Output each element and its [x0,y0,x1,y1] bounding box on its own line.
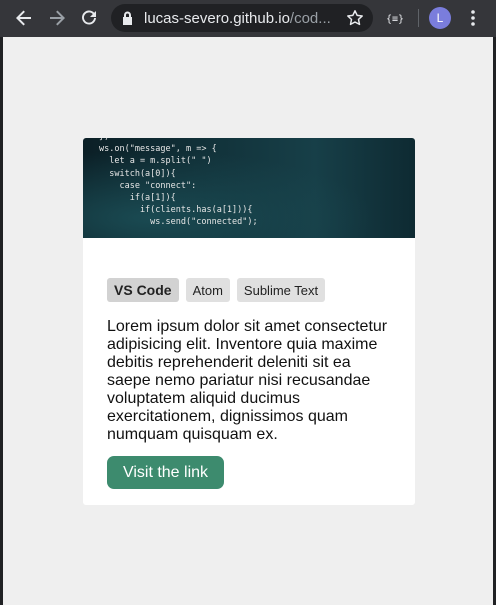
arrow-right-icon [50,10,65,26]
url-text: lucas-severo.github.io/cod... [144,10,331,27]
extension-icon[interactable]: {≡} [384,9,406,27]
tab-sublime-text[interactable]: Sublime Text [236,278,326,302]
code-line: let a = m.split(" ") [99,156,212,167]
code-line: if(clients.has(a[1])){ [99,205,253,216]
toolbar-separator [418,9,419,27]
card-body: VS Code Atom Sublime Text Lorem ipsum do… [83,238,415,489]
url-path: /cod... [289,10,331,27]
tab-vs-code[interactable]: VS Code [107,278,179,302]
code-line: ws.send("connected"); [99,217,258,228]
svg-text:{≡}: {≡} [386,14,404,25]
kebab-menu-icon[interactable] [465,8,481,28]
tab-atom[interactable]: Atom [185,278,230,302]
star-icon[interactable] [346,9,364,27]
url-domain: lucas-severo.github.io [144,10,290,27]
visit-link-button[interactable]: Visit the link [107,456,224,489]
tag-list: VS Code Atom Sublime Text [107,278,391,302]
profile-avatar[interactable]: L [429,7,451,29]
card-image: })ws.on("message", m => { let a = m.spli… [83,138,415,238]
project-card: })ws.on("message", m => { let a = m.spli… [83,138,415,505]
code-line: case "connect": [99,180,197,191]
reload-button[interactable] [77,6,101,30]
reload-icon [82,10,96,25]
code-snippet: })ws.on("message", m => { let a = m.spli… [99,138,258,229]
browser-toolbar: lucas-severo.github.io/cod... {≡} L [0,0,496,37]
card-description: Lorem ipsum dolor sit amet consectetur a… [107,318,388,443]
back-button[interactable] [12,6,36,30]
forward-button[interactable] [45,6,69,30]
page-viewport: })ws.on("message", m => { let a = m.spli… [3,37,493,605]
code-line: switch(a[0]){ [99,168,176,179]
arrow-left-icon [16,10,31,26]
code-line: if(a[1]){ [99,193,176,204]
code-line: ws.on("message", m => { [99,144,217,155]
lock-icon [123,11,132,25]
address-bar[interactable]: lucas-severo.github.io/cod... [111,4,373,32]
